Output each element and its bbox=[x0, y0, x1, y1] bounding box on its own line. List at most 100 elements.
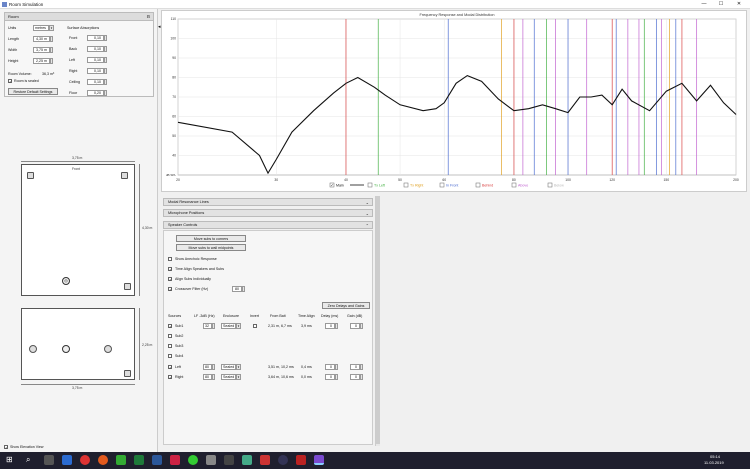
room-panel-header[interactable]: Room ⊟ bbox=[5, 13, 153, 21]
surface-ceiling-input[interactable]: 0,10 bbox=[87, 79, 104, 85]
pdf-icon[interactable] bbox=[296, 455, 306, 465]
restore-defaults-button[interactable]: Restore Default Settings bbox=[8, 88, 58, 95]
word-icon[interactable] bbox=[152, 455, 162, 465]
scrollbar-thumb[interactable] bbox=[376, 196, 380, 444]
legend-checkbox[interactable] bbox=[367, 182, 373, 188]
crossover-checkbox[interactable] bbox=[168, 287, 172, 292]
surface-right-input[interactable]: 0,10 bbox=[87, 68, 104, 74]
height-input[interactable]: 2,25 m bbox=[33, 58, 50, 64]
chevron-down-icon[interactable]: ▾ bbox=[236, 323, 241, 329]
modal-resonance-section[interactable]: Modal Resonance Lines ⌄ bbox=[163, 198, 373, 206]
left-lf-spinner[interactable] bbox=[212, 364, 215, 370]
left-delay-input[interactable]: 0 bbox=[325, 364, 335, 370]
zero-delays-button[interactable]: Zero Delays and Gains bbox=[322, 302, 370, 309]
surface-front-spinner[interactable] bbox=[104, 35, 107, 41]
sub1-elevation[interactable] bbox=[124, 370, 131, 377]
surface-back-spinner[interactable] bbox=[104, 46, 107, 52]
chevron-down-icon[interactable]: ▾ bbox=[236, 374, 241, 380]
collapse-icon[interactable]: ⊟ bbox=[147, 13, 150, 21]
room-elevation-view[interactable] bbox=[21, 308, 135, 380]
left-checkbox[interactable] bbox=[168, 365, 172, 370]
excel-icon[interactable] bbox=[134, 455, 144, 465]
time-align-checkbox[interactable] bbox=[168, 267, 172, 272]
legend-checkbox[interactable] bbox=[403, 182, 409, 188]
left-enclosure-select[interactable]: Sealed bbox=[221, 364, 236, 370]
chevron-down-icon[interactable]: ⌄ bbox=[366, 199, 369, 206]
sub2-checkbox[interactable] bbox=[168, 334, 172, 338]
chevron-up-icon[interactable]: ⌃ bbox=[366, 222, 369, 229]
room-plan-view[interactable]: Front ◎ bbox=[21, 164, 135, 296]
microphone-positions-section[interactable]: Microphone Positions ⌄ bbox=[163, 209, 373, 217]
right-checkbox[interactable] bbox=[168, 375, 172, 380]
sub1-gain-input[interactable]: 0 bbox=[350, 323, 360, 329]
sub1-gain-spinner[interactable] bbox=[360, 323, 363, 329]
sub1-delay-input[interactable]: 0 bbox=[325, 323, 335, 329]
left-speaker-elevation[interactable] bbox=[29, 345, 37, 353]
panel-scrollbar[interactable] bbox=[375, 196, 380, 446]
room-sealed-checkbox[interactable] bbox=[8, 79, 12, 84]
start-icon[interactable]: ⊞ bbox=[6, 455, 13, 464]
left-delay-spinner[interactable] bbox=[335, 364, 338, 370]
left-lf-input[interactable]: 80 bbox=[203, 364, 212, 370]
surface-floor-spinner[interactable] bbox=[104, 90, 107, 96]
surface-ceiling-spinner[interactable] bbox=[104, 79, 107, 85]
file-explorer-icon[interactable] bbox=[62, 455, 72, 465]
left-speaker[interactable] bbox=[27, 172, 34, 179]
settings-icon[interactable] bbox=[206, 455, 216, 465]
surface-left-input[interactable]: 0,10 bbox=[87, 57, 104, 63]
task-view-icon[interactable] bbox=[44, 455, 54, 465]
sub1-invert-checkbox[interactable] bbox=[253, 324, 257, 328]
right-gain-spinner[interactable] bbox=[360, 374, 363, 380]
surface-left-spinner[interactable] bbox=[104, 57, 107, 63]
crossover-spinner[interactable] bbox=[242, 286, 245, 292]
sub1-lf-input[interactable]: 32 bbox=[203, 323, 212, 329]
sub3-checkbox[interactable] bbox=[168, 344, 172, 348]
app-icon-dark[interactable] bbox=[278, 455, 288, 465]
right-speaker[interactable] bbox=[121, 172, 128, 179]
right-lf-spinner[interactable] bbox=[212, 374, 215, 380]
calculator-icon[interactable] bbox=[224, 455, 234, 465]
length-spinner[interactable] bbox=[50, 36, 53, 42]
surface-right-spinner[interactable] bbox=[104, 68, 107, 74]
left-gain-input[interactable]: 0 bbox=[350, 364, 360, 370]
chevron-down-icon[interactable]: ⌄ bbox=[366, 210, 369, 217]
close-button[interactable]: ✕ bbox=[731, 1, 747, 8]
right-speaker-elevation[interactable] bbox=[104, 345, 112, 353]
units-select[interactable]: metres bbox=[33, 25, 49, 31]
microphone-icon[interactable]: ◎ bbox=[62, 277, 70, 285]
show-anechoic-checkbox[interactable] bbox=[168, 257, 172, 261]
length-input[interactable]: 4,30 m bbox=[33, 36, 50, 42]
room-sim-taskbar-icon[interactable] bbox=[314, 455, 324, 465]
firefox-icon[interactable] bbox=[98, 455, 108, 465]
sub4-checkbox[interactable] bbox=[168, 354, 172, 358]
elevation-view-checkbox[interactable] bbox=[4, 445, 8, 450]
maximize-button[interactable]: ☐ bbox=[713, 1, 729, 8]
crossover-input[interactable]: 80 bbox=[232, 286, 242, 292]
search-icon[interactable]: ⌕ bbox=[26, 455, 30, 465]
right-delay-spinner[interactable] bbox=[335, 374, 338, 380]
legend-checkbox[interactable] bbox=[475, 182, 481, 188]
chevron-down-icon[interactable]: ▾ bbox=[49, 25, 54, 31]
surface-front-input[interactable]: 0,10 bbox=[87, 35, 104, 41]
legend-checkbox[interactable] bbox=[511, 182, 517, 188]
app-icon-red[interactable] bbox=[170, 455, 180, 465]
spotify-icon[interactable] bbox=[188, 455, 198, 465]
right-delay-input[interactable]: 0 bbox=[325, 374, 335, 380]
legend-checkbox[interactable] bbox=[547, 182, 553, 188]
legend-checkbox[interactable] bbox=[439, 182, 445, 188]
chevron-down-icon[interactable]: ▾ bbox=[236, 364, 241, 370]
surface-floor-input[interactable]: 0,20 bbox=[87, 90, 104, 96]
left-gain-spinner[interactable] bbox=[360, 364, 363, 370]
right-gain-input[interactable]: 0 bbox=[350, 374, 360, 380]
height-spinner[interactable] bbox=[50, 58, 53, 64]
sub1-lf-spinner[interactable] bbox=[212, 323, 215, 329]
surface-back-input[interactable]: 0,10 bbox=[87, 46, 104, 52]
right-lf-input[interactable]: 80 bbox=[203, 374, 212, 380]
chrome-icon[interactable] bbox=[80, 455, 90, 465]
width-spinner[interactable] bbox=[50, 47, 53, 53]
app-icon-red-2[interactable] bbox=[260, 455, 270, 465]
sub1-checkbox[interactable] bbox=[168, 324, 172, 329]
speaker-controls-section[interactable]: Speaker Controls ⌃ bbox=[163, 221, 373, 229]
move-to-midpoints-button[interactable]: Move subs to wall midpoints bbox=[176, 244, 246, 251]
app-icon-teal[interactable] bbox=[242, 455, 252, 465]
